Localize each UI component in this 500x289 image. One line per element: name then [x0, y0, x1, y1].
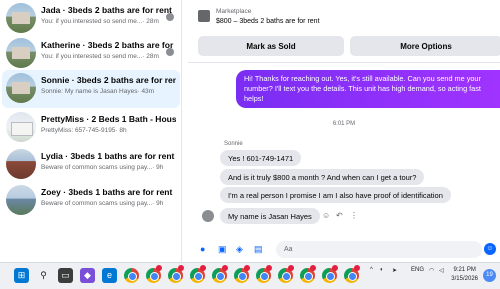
- message-input[interactable]: Aa: [276, 241, 482, 258]
- tray-app-icon[interactable]: ◐: [380, 267, 384, 273]
- listing-title: $800 – 3beds 2 baths are for rent: [216, 18, 320, 25]
- avatar: [6, 73, 36, 103]
- conversation-title: Sonnie · 3beds 2 baths are for rent: [41, 75, 176, 85]
- conversation-item[interactable]: Jada · 3beds 2 baths are for rent You: i…: [2, 0, 180, 38]
- incoming-message: I'm a real person I promise I am I also …: [220, 187, 451, 203]
- notification-badge: [310, 265, 316, 271]
- gif-icon[interactable]: ▤: [254, 244, 263, 255]
- conversation-snippet: PrettyMiss: 657-745-9195· 8h: [41, 127, 127, 134]
- conversation-title: Zoey · 3beds 1 baths are for rent: [41, 187, 173, 197]
- conversation-snippet: Beware of common scams using pay...· 9h: [41, 164, 164, 171]
- avatar: [6, 38, 36, 68]
- incoming-message: Yes ! 601-749-1471: [220, 150, 302, 166]
- conversation-item[interactable]: Zoey · 3beds 1 baths are for rent Beware…: [2, 182, 180, 220]
- chat-panel: Marketplace $800 – 3beds 2 baths are for…: [188, 0, 500, 262]
- notification-badge: [222, 265, 228, 271]
- marketplace-icon: [198, 10, 210, 22]
- image-icon[interactable]: ▣: [218, 244, 227, 255]
- conversation-snippet: Sonnie: My name is Jasan Hayes· 43m: [41, 88, 155, 95]
- time-divider: 6:01 PM: [332, 121, 356, 127]
- conversation-list: Jada · 3beds 2 baths are for rent You: i…: [0, 0, 182, 262]
- volume-icon[interactable]: ◁: [439, 267, 444, 274]
- clock-time: 9:21 PM: [453, 267, 476, 273]
- emoji-icon[interactable]: ☺: [484, 243, 496, 255]
- more-actions-icon[interactable]: ⋮: [350, 211, 358, 220]
- edge-icon[interactable]: e: [102, 268, 117, 283]
- conversation-item[interactable]: Katherine · 3beds 2 baths are for rent Y…: [2, 35, 180, 73]
- language-indicator[interactable]: ENG: [411, 267, 424, 273]
- conversation-snippet: You: if you interested so send me...· 28…: [41, 53, 159, 60]
- marketplace-label: Marketplace: [216, 8, 252, 15]
- conversation-item[interactable]: Lydia · 3beds 1 baths are for rent Bewar…: [2, 146, 180, 184]
- conversation-item[interactable]: PrettyMiss · 2 Beds 1 Bath - House Prett…: [2, 109, 180, 147]
- notification-badge: [266, 265, 272, 271]
- sender-name: Sonnie: [224, 141, 243, 147]
- copilot-icon[interactable]: ◆: [80, 268, 95, 283]
- wifi-icon[interactable]: ◠: [429, 267, 434, 274]
- clock[interactable]: 9:21 PM 3/15/2026: [451, 266, 478, 284]
- emoji-react-icon[interactable]: ☺: [322, 211, 330, 220]
- conversation-title: Lydia · 3beds 1 baths are for rent: [41, 151, 175, 161]
- messenger-window: Jada · 3beds 2 baths are for rent You: i…: [0, 0, 500, 262]
- mark-as-sold-button[interactable]: Mark as Sold: [198, 36, 344, 56]
- sticker-icon[interactable]: ◈: [236, 244, 243, 255]
- seen-avatar-icon: [166, 13, 174, 21]
- notification-badge: [178, 265, 184, 271]
- avatar: [202, 210, 214, 222]
- avatar: [6, 3, 36, 33]
- tray-expand-icon[interactable]: ^: [370, 267, 373, 273]
- conversation-title: Katherine · 3beds 2 baths are for rent: [41, 40, 176, 50]
- windows-start-icon[interactable]: ⊞: [14, 268, 29, 283]
- notification-badge: [288, 265, 294, 271]
- notification-badge: [200, 265, 206, 271]
- notification-badge: [332, 265, 338, 271]
- avatar: [6, 185, 36, 215]
- task-view-icon[interactable]: ▭: [58, 268, 73, 283]
- incoming-message: My name is Jasan Hayes: [220, 208, 320, 224]
- incoming-message: And is it truly $800 a month ? And when …: [220, 169, 425, 185]
- seen-avatar-icon: [166, 48, 174, 56]
- chrome-icon[interactable]: [124, 268, 139, 283]
- microphone-icon[interactable]: ●: [200, 244, 205, 254]
- more-options-button[interactable]: More Options: [350, 36, 500, 56]
- conversation-item-active[interactable]: Sonnie · 3beds 2 baths are for rent Sonn…: [2, 70, 180, 108]
- divider: [188, 62, 500, 63]
- conversation-snippet: Beware of common scams using pay...· 9h: [41, 200, 164, 207]
- avatar: [6, 149, 36, 179]
- notification-badge: [156, 265, 162, 271]
- notification-badge: [244, 265, 250, 271]
- outgoing-message: Hi! Thanks for reaching out. Yes, it's s…: [236, 70, 500, 108]
- compose-bar: ● ▣ ◈ ▤ Aa ☺: [188, 238, 500, 262]
- conversation-title: PrettyMiss · 2 Beds 1 Bath - House: [41, 114, 176, 124]
- notification-badge: [354, 265, 360, 271]
- location-icon[interactable]: ➤: [392, 267, 397, 274]
- listing-header[interactable]: Marketplace $800 – 3beds 2 baths are for…: [198, 4, 488, 32]
- avatar: [6, 112, 36, 142]
- conversation-snippet: You: if you interested so send me...· 28…: [41, 18, 159, 25]
- conversation-title: Jada · 3beds 2 baths are for rent: [41, 5, 172, 15]
- taskbar: ⊞ ⚲ ▭ ◆ e ^ ◐ ➤ ENG ◠ ◁ 9:21 PM 3/15/202…: [0, 262, 500, 289]
- search-icon[interactable]: ⚲: [36, 268, 51, 283]
- clock-date: 3/15/2026: [451, 276, 478, 282]
- notification-count-badge[interactable]: 19: [483, 269, 496, 282]
- reply-icon[interactable]: ↶: [336, 211, 343, 220]
